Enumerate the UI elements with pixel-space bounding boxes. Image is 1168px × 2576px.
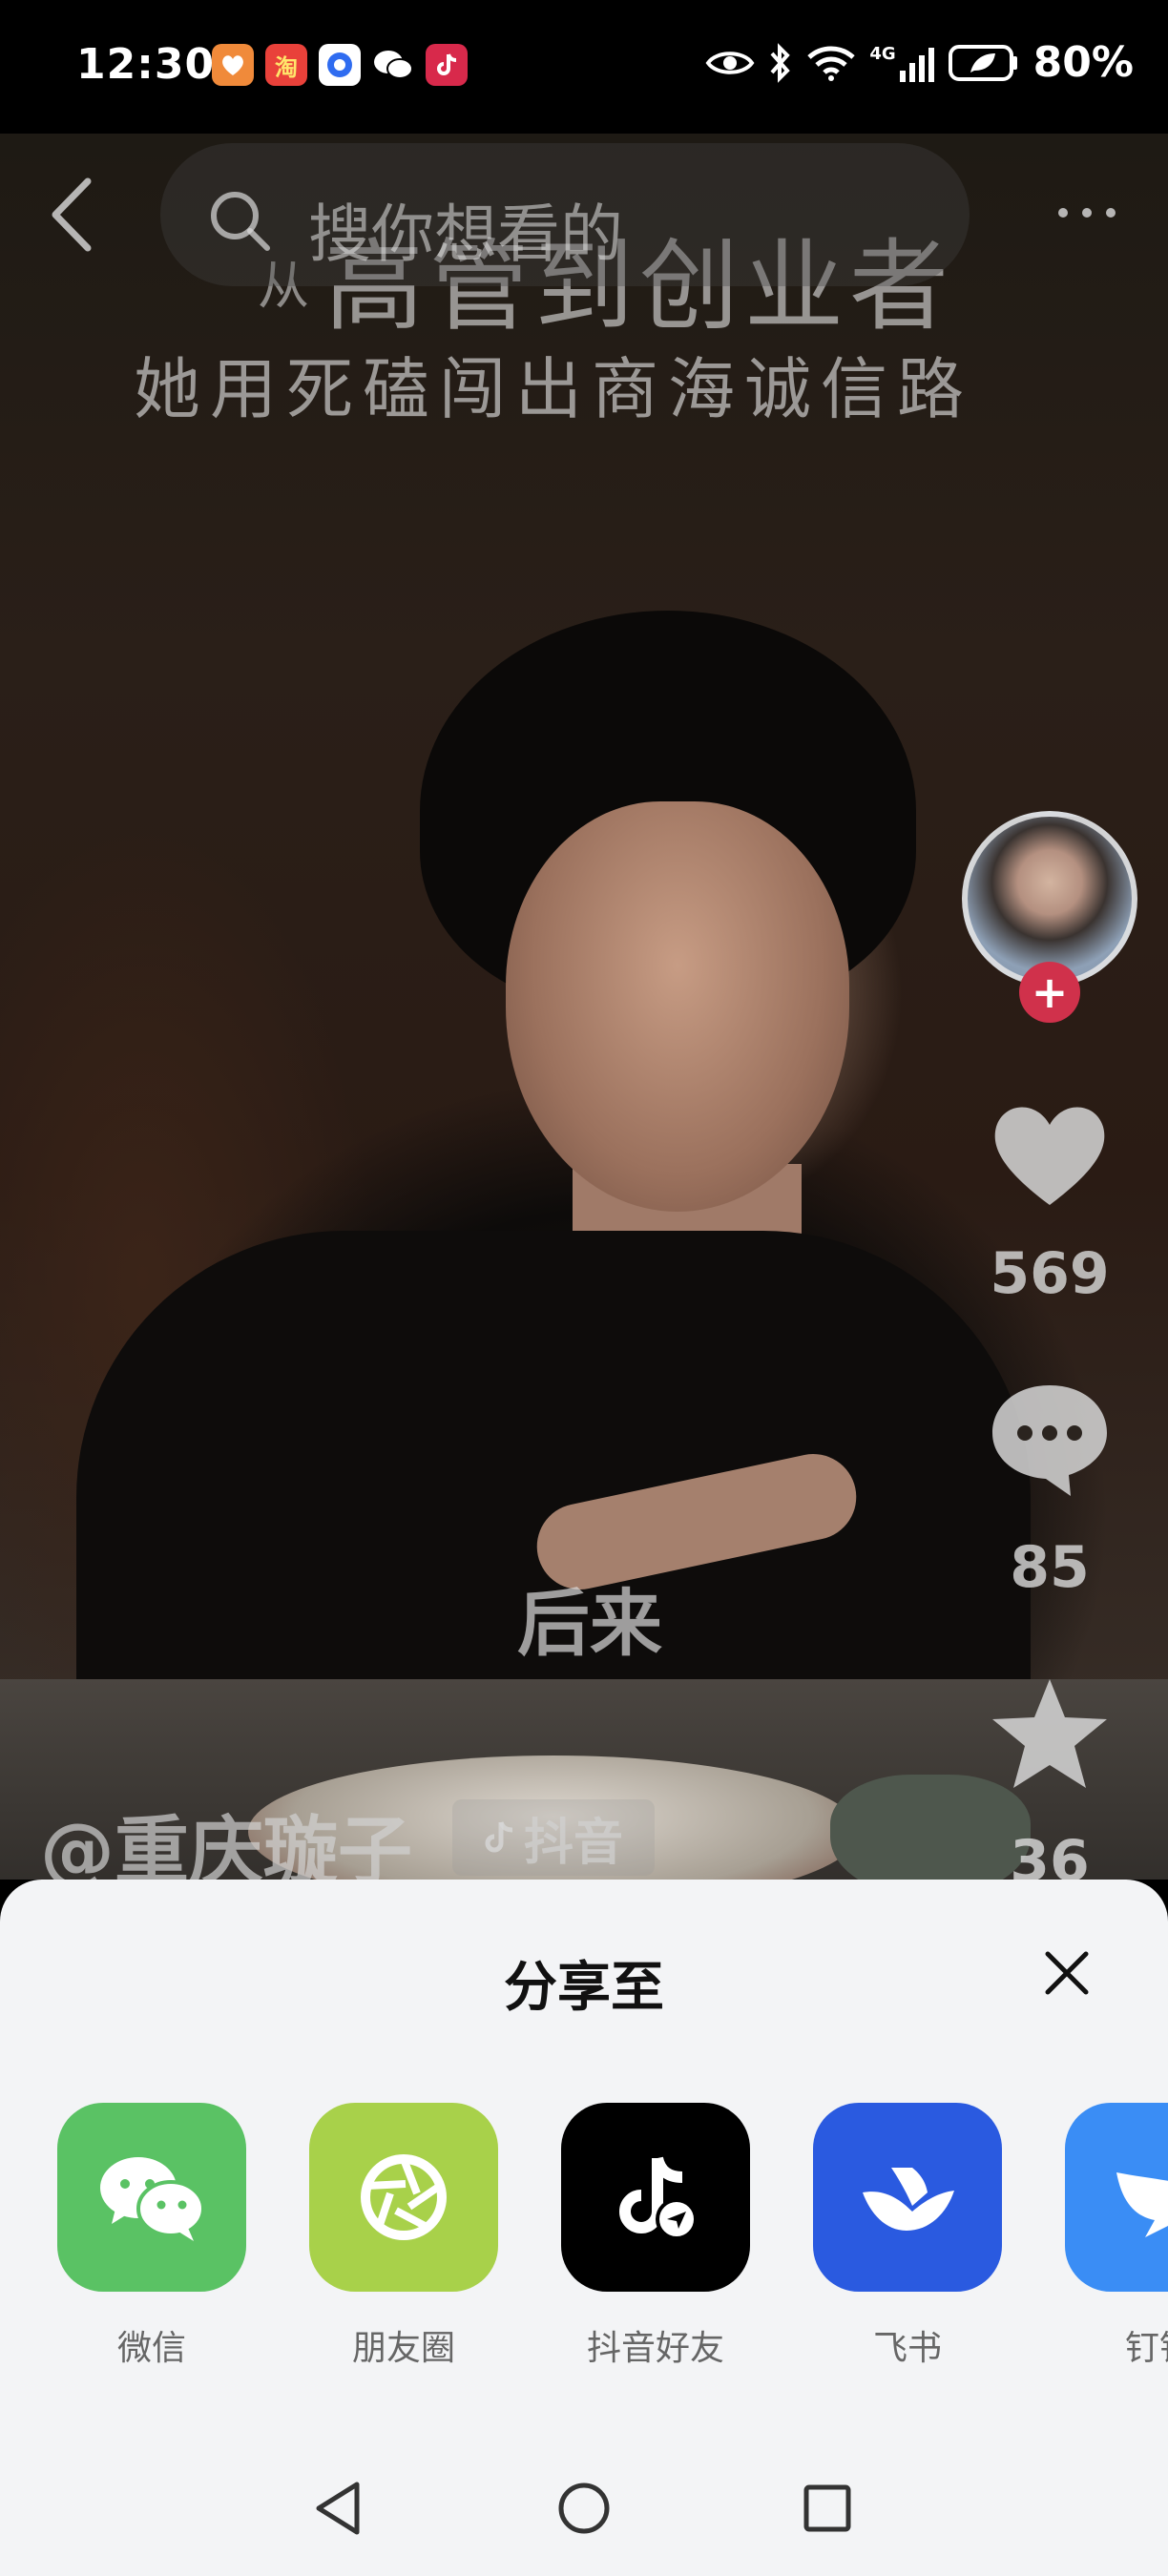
dingtalk-icon <box>1065 2103 1168 2292</box>
comment-icon[interactable] <box>983 1374 1116 1498</box>
wechat-app-icon <box>372 44 414 86</box>
douyin-logo-icon <box>485 1821 513 1853</box>
health-app-icon <box>212 44 254 86</box>
signal-bar <box>928 47 934 82</box>
network-type-label: 4G <box>869 43 896 64</box>
like-count: 569 <box>990 1240 1110 1307</box>
video-title-line2: 她用死磕闯出商海诚信路 <box>134 350 973 428</box>
douyin-app-icon <box>426 44 468 86</box>
status-time: 12:30 <box>76 40 216 89</box>
battery-icon <box>948 44 1017 81</box>
signal-indicator: 4G <box>869 43 934 82</box>
nav-recents-button[interactable] <box>794 2475 861 2542</box>
share-target-feishu[interactable]: 飞书 <box>813 2103 1004 2370</box>
search-bar[interactable]: 搜你想看的 <box>160 143 970 286</box>
battery-percent: 80% <box>1032 38 1134 87</box>
close-icon[interactable] <box>1040 1946 1094 2000</box>
notification-icons: 淘 <box>212 44 468 86</box>
signal-bar <box>908 62 915 82</box>
video-caption: 后来 <box>517 1581 662 1666</box>
share-target-moments[interactable]: 朋友圈 <box>309 2103 500 2370</box>
eye-icon <box>705 51 755 74</box>
nav-home-button[interactable] <box>551 2475 617 2542</box>
like-icon[interactable] <box>983 1092 1116 1216</box>
moments-aperture-icon <box>309 2103 498 2292</box>
search-icon <box>211 192 270 251</box>
nav-back-button[interactable] <box>305 2475 372 2542</box>
share-target-dingtalk[interactable]: 钉钉 <box>1065 2103 1168 2370</box>
share-sheet-title: 分享至 <box>504 1957 664 2019</box>
douyin-friends-icon <box>561 2103 750 2292</box>
share-target-label: 飞书 <box>872 2329 942 2368</box>
signal-bar <box>918 54 925 82</box>
feishu-icon <box>813 2103 1002 2292</box>
status-bar: 12:30 淘 4G 80% <box>0 0 1168 134</box>
taobao-app-icon: 淘 <box>265 44 307 86</box>
search-placeholder: 搜你想看的 <box>308 197 623 271</box>
back-button[interactable] <box>38 172 105 258</box>
more-options-button[interactable] <box>1053 198 1120 227</box>
bluetooth-icon <box>770 42 791 83</box>
author-avatar[interactable] <box>962 811 1137 987</box>
comment-count: 85 <box>1010 1534 1090 1601</box>
share-target-label: 微信 <box>116 2329 186 2368</box>
share-target-douyin-friends[interactable]: 抖音好友 <box>561 2103 752 2370</box>
wifi-icon <box>807 46 856 81</box>
watermark-text: 抖音 <box>523 1814 623 1872</box>
share-target-label: 抖音好友 <box>586 2329 724 2368</box>
signal-bar <box>899 70 906 82</box>
follow-button[interactable]: + <box>1019 962 1080 1023</box>
share-target-label: 钉钉 <box>1124 2329 1168 2368</box>
video-scene-face <box>506 801 849 1212</box>
douyin-watermark: 抖音 <box>452 1799 655 1876</box>
share-target-label: 朋友圈 <box>351 2329 455 2368</box>
share-target-wechat[interactable]: 微信 <box>57 2103 248 2370</box>
wechat-icon <box>57 2103 246 2292</box>
system-nav-bar <box>0 2442 1168 2576</box>
taobao-badge-text: 淘 <box>275 53 298 81</box>
browser-app-icon <box>319 44 361 86</box>
top-bar: 搜你想看的 <box>0 134 1168 305</box>
status-indicators: 4G 80% <box>705 38 1134 87</box>
favorite-star-icon[interactable] <box>983 1672 1116 1796</box>
